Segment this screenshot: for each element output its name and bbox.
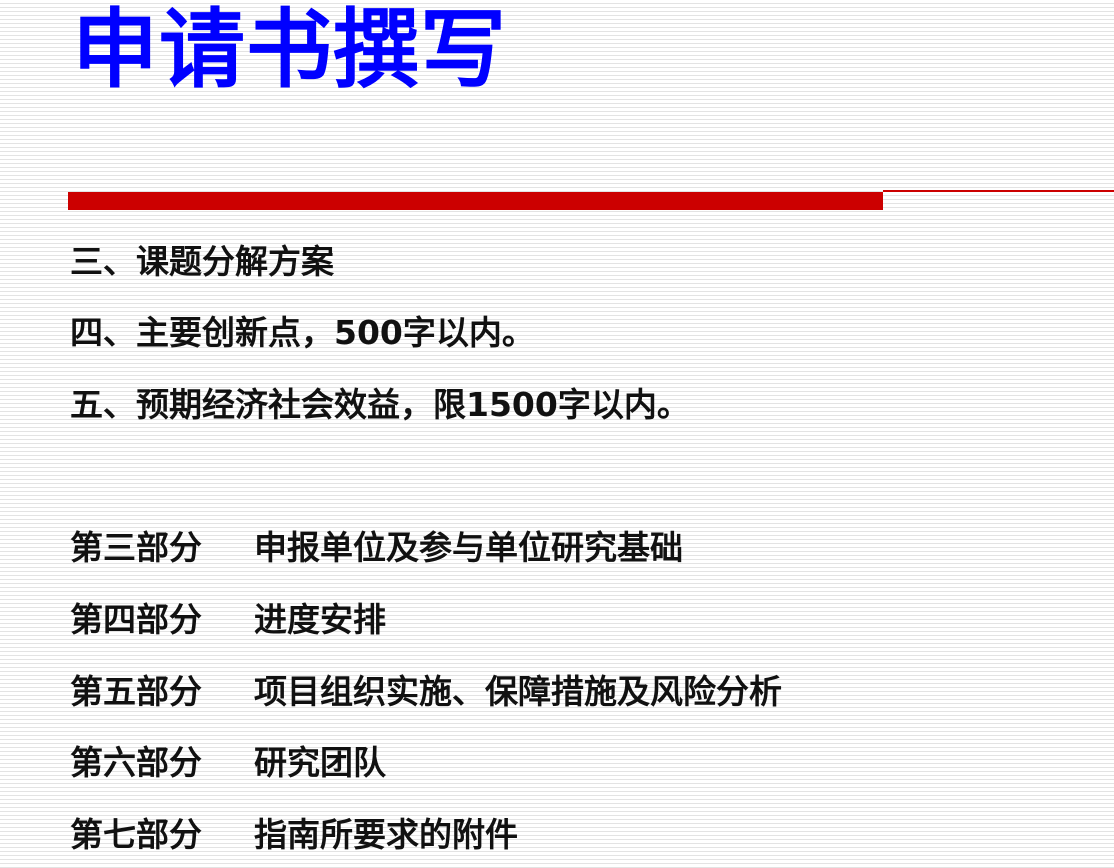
- part-text: 进度安排: [254, 600, 386, 639]
- title-rule-thick: [68, 192, 883, 210]
- part-text: 指南所要求的附件: [254, 815, 518, 854]
- part-label: 第三部分: [70, 528, 202, 567]
- part-item-3: 第三部分 申报单位及参与单位研究基础: [70, 528, 683, 568]
- part-label: 第四部分: [70, 600, 202, 639]
- section-item-3: 三、课题分解方案: [70, 242, 334, 281]
- part-item-7: 第七部分 指南所要求的附件: [70, 815, 518, 855]
- part-item-4: 第四部分 进度安排: [70, 600, 386, 640]
- part-label: 第六部分: [70, 743, 202, 782]
- part-label: 第五部分: [70, 672, 202, 711]
- part-text: 研究团队: [254, 743, 386, 782]
- part-text: 申报单位及参与单位研究基础: [254, 528, 683, 567]
- part-item-5: 第五部分 项目组织实施、保障措施及风险分析: [70, 672, 782, 712]
- section-item-4: 四、主要创新点，500字以内。: [70, 313, 535, 352]
- part-item-6: 第六部分 研究团队: [70, 743, 386, 783]
- title-rule-thin: [883, 190, 1114, 192]
- part-label: 第七部分: [70, 815, 202, 854]
- section-item-5: 五、预期经济社会效益，限1500字以内。: [70, 385, 690, 424]
- part-text: 项目组织实施、保障措施及风险分析: [254, 672, 782, 711]
- slide-title: 申请书撰写: [72, 0, 507, 100]
